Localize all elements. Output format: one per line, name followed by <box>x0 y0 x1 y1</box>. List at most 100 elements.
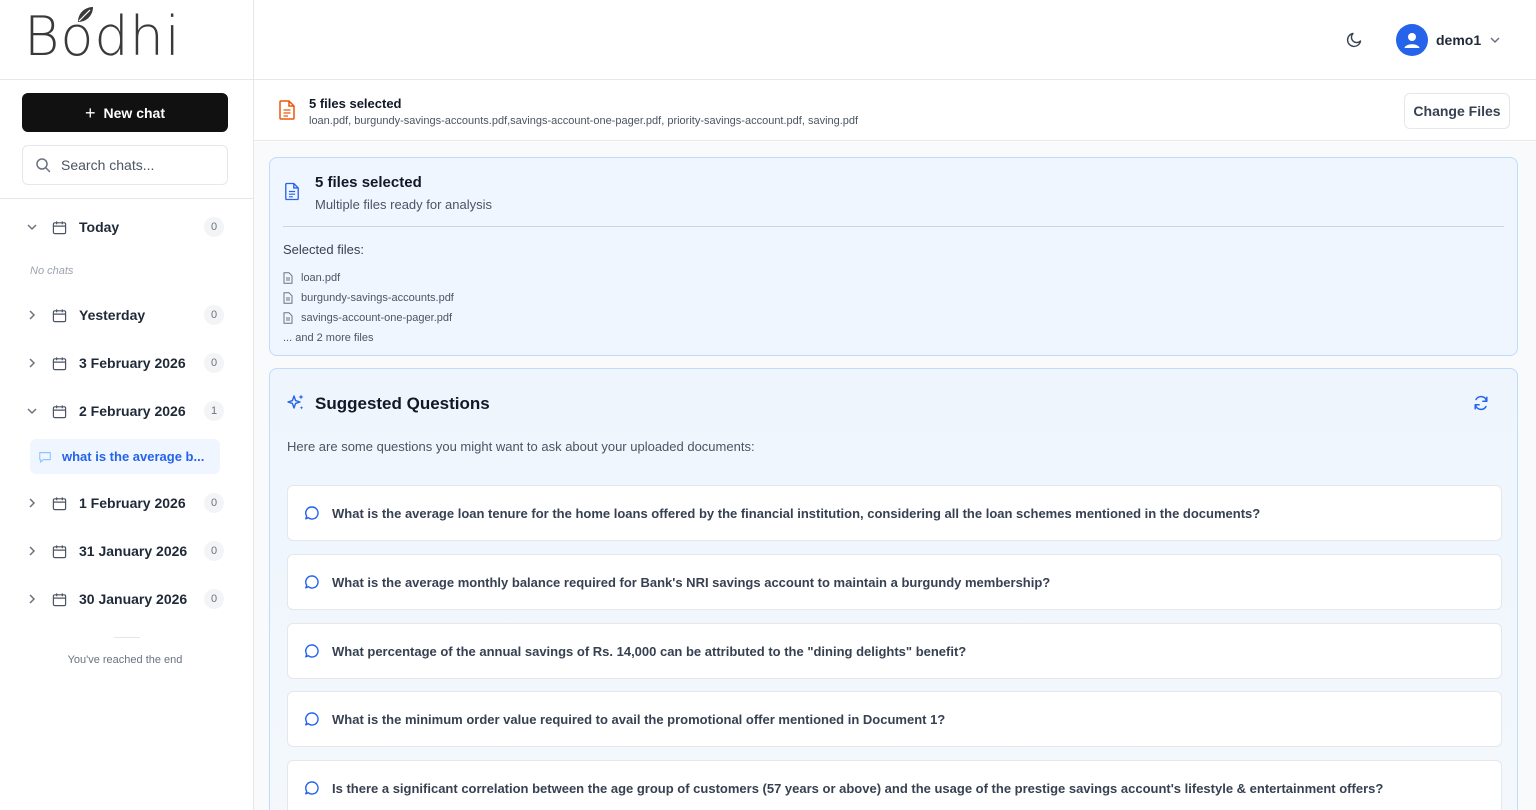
file-icon <box>283 312 293 324</box>
moon-icon[interactable] <box>1346 30 1364 53</box>
selected-files-bar: 5 files selected loan.pdf, burgundy-savi… <box>254 81 1536 141</box>
count-badge: 0 <box>204 305 224 325</box>
group-label: 1 February 2026 <box>79 495 186 511</box>
message-circle-icon <box>305 781 319 795</box>
avatar <box>1396 24 1428 56</box>
files-card-title: 5 files selected <box>315 174 422 191</box>
suggested-question[interactable]: Is there a significant correlation betwe… <box>287 760 1502 810</box>
files-card-divider <box>283 226 1504 227</box>
more-files-text: ... and 2 more files <box>283 332 374 344</box>
logo-area: Bodhi <box>0 0 253 80</box>
refresh-icon[interactable] <box>1473 395 1489 416</box>
chevron-down-icon <box>22 405 42 417</box>
question-text: Is there a significant correlation betwe… <box>332 780 1384 796</box>
file-icon <box>283 292 293 304</box>
group-label: 30 January 2026 <box>79 591 188 607</box>
chevron-right-icon <box>22 593 42 605</box>
count-badge: 0 <box>204 353 224 373</box>
leaf-icon <box>78 7 93 22</box>
group-today[interactable]: Today 0 <box>22 215 228 239</box>
calendar-icon <box>52 544 67 559</box>
selected-files-list: loan.pdf burgundy-savings-accounts.pdf s… <box>283 268 454 348</box>
group-label: Yesterday <box>79 307 146 323</box>
chevron-down-icon <box>22 221 42 233</box>
document-icon <box>278 100 296 125</box>
group-label: 2 February 2026 <box>79 403 186 419</box>
group-1-february-2026[interactable]: 1 February 2026 0 <box>22 491 228 515</box>
count-badge: 0 <box>204 217 224 237</box>
message-circle-icon <box>305 575 319 589</box>
message-icon <box>39 451 51 463</box>
new-chat-label: New chat <box>103 104 165 121</box>
no-chats-text: No chats <box>30 265 74 277</box>
file-list-item: loan.pdf <box>283 268 454 288</box>
file-name: burgundy-savings-accounts.pdf <box>301 292 454 304</box>
group-label: 3 February 2026 <box>79 355 186 371</box>
calendar-icon <box>52 308 67 323</box>
app-root: Bodhi + New chat Toda <box>0 0 1536 810</box>
suggested-questions-description: Here are some questions you might want t… <box>287 439 755 454</box>
search-box[interactable] <box>22 145 228 185</box>
plus-icon: + <box>85 102 96 123</box>
search-chats-input[interactable] <box>61 157 211 173</box>
file-name: loan.pdf <box>301 272 341 284</box>
suggested-question[interactable]: What is the average loan tenure for the … <box>287 485 1502 541</box>
calendar-icon <box>52 404 67 419</box>
suggested-question[interactable]: What is the minimum order value required… <box>287 691 1502 747</box>
calendar-icon <box>52 496 67 511</box>
chevron-right-icon <box>22 357 42 369</box>
document-icon <box>284 182 300 206</box>
message-circle-icon <box>305 506 319 520</box>
main-content[interactable]: 5 files selected Multiple files ready fo… <box>254 142 1536 810</box>
sparkles-icon <box>286 393 306 418</box>
new-chat-button[interactable]: + New chat <box>22 93 228 132</box>
file-icon <box>283 272 293 284</box>
message-circle-icon <box>305 712 319 726</box>
file-list-item: savings-account-one-pager.pdf <box>283 308 454 328</box>
question-text: What is the average monthly balance requ… <box>332 574 1051 590</box>
chevron-right-icon <box>22 497 42 509</box>
app-logo: Bodhi <box>24 5 181 68</box>
files-card-subtitle: Multiple files ready for analysis <box>315 197 493 212</box>
suggested-questions-title: Suggested Questions <box>315 394 490 413</box>
calendar-icon <box>52 220 67 235</box>
selected-files-label: Selected files: <box>283 242 364 257</box>
file-name: savings-account-one-pager.pdf <box>301 312 453 324</box>
suggested-question[interactable]: What is the average monthly balance requ… <box>287 554 1502 610</box>
group-31-january-2026[interactable]: 31 January 2026 0 <box>22 539 228 563</box>
user-menu[interactable]: demo1 <box>1396 24 1501 56</box>
message-circle-icon <box>305 644 319 658</box>
question-text: What percentage of the annual savings of… <box>332 643 967 659</box>
group-30-january-2026[interactable]: 30 January 2026 0 <box>22 587 228 611</box>
end-divider <box>114 637 140 638</box>
question-text: What is the average loan tenure for the … <box>332 505 1261 521</box>
group-label: Today <box>79 219 120 235</box>
file-names: loan.pdf, burgundy-savings-accounts.pdf,… <box>309 115 859 127</box>
chat-item[interactable]: what is the average b... <box>30 439 220 474</box>
question-text: What is the minimum order value required… <box>332 711 946 727</box>
calendar-icon <box>52 356 67 371</box>
suggested-question[interactable]: What percentage of the annual savings of… <box>287 623 1502 679</box>
count-badge: 0 <box>204 493 224 513</box>
change-files-button[interactable]: Change Files <box>1404 93 1510 129</box>
count-badge: 0 <box>204 589 224 609</box>
count-badge: 1 <box>204 401 224 421</box>
group-3-february-2026[interactable]: 3 February 2026 0 <box>22 351 228 375</box>
suggested-questions-card: Suggested Questions Here are some questi… <box>269 368 1518 810</box>
file-list-item: burgundy-savings-accounts.pdf <box>283 288 454 308</box>
group-yesterday[interactable]: Yesterday 0 <box>22 303 228 327</box>
sidebar-divider <box>0 198 253 199</box>
group-label: 31 January 2026 <box>79 543 188 559</box>
chevron-down-icon <box>1490 37 1500 44</box>
sidebar: Bodhi + New chat Toda <box>0 0 254 810</box>
user-icon <box>1404 33 1420 48</box>
chevron-right-icon <box>22 309 42 321</box>
end-of-list-text: You've reached the end <box>67 654 183 666</box>
chevron-right-icon <box>22 545 42 557</box>
files-summary-card: 5 files selected Multiple files ready fo… <box>269 157 1518 356</box>
count-badge: 0 <box>204 541 224 561</box>
username: demo1 <box>1436 32 1482 48</box>
files-selected-title: 5 files selected <box>309 96 402 111</box>
chat-item-label: what is the average b... <box>62 449 205 464</box>
group-2-february-2026[interactable]: 2 February 2026 1 <box>22 399 228 423</box>
